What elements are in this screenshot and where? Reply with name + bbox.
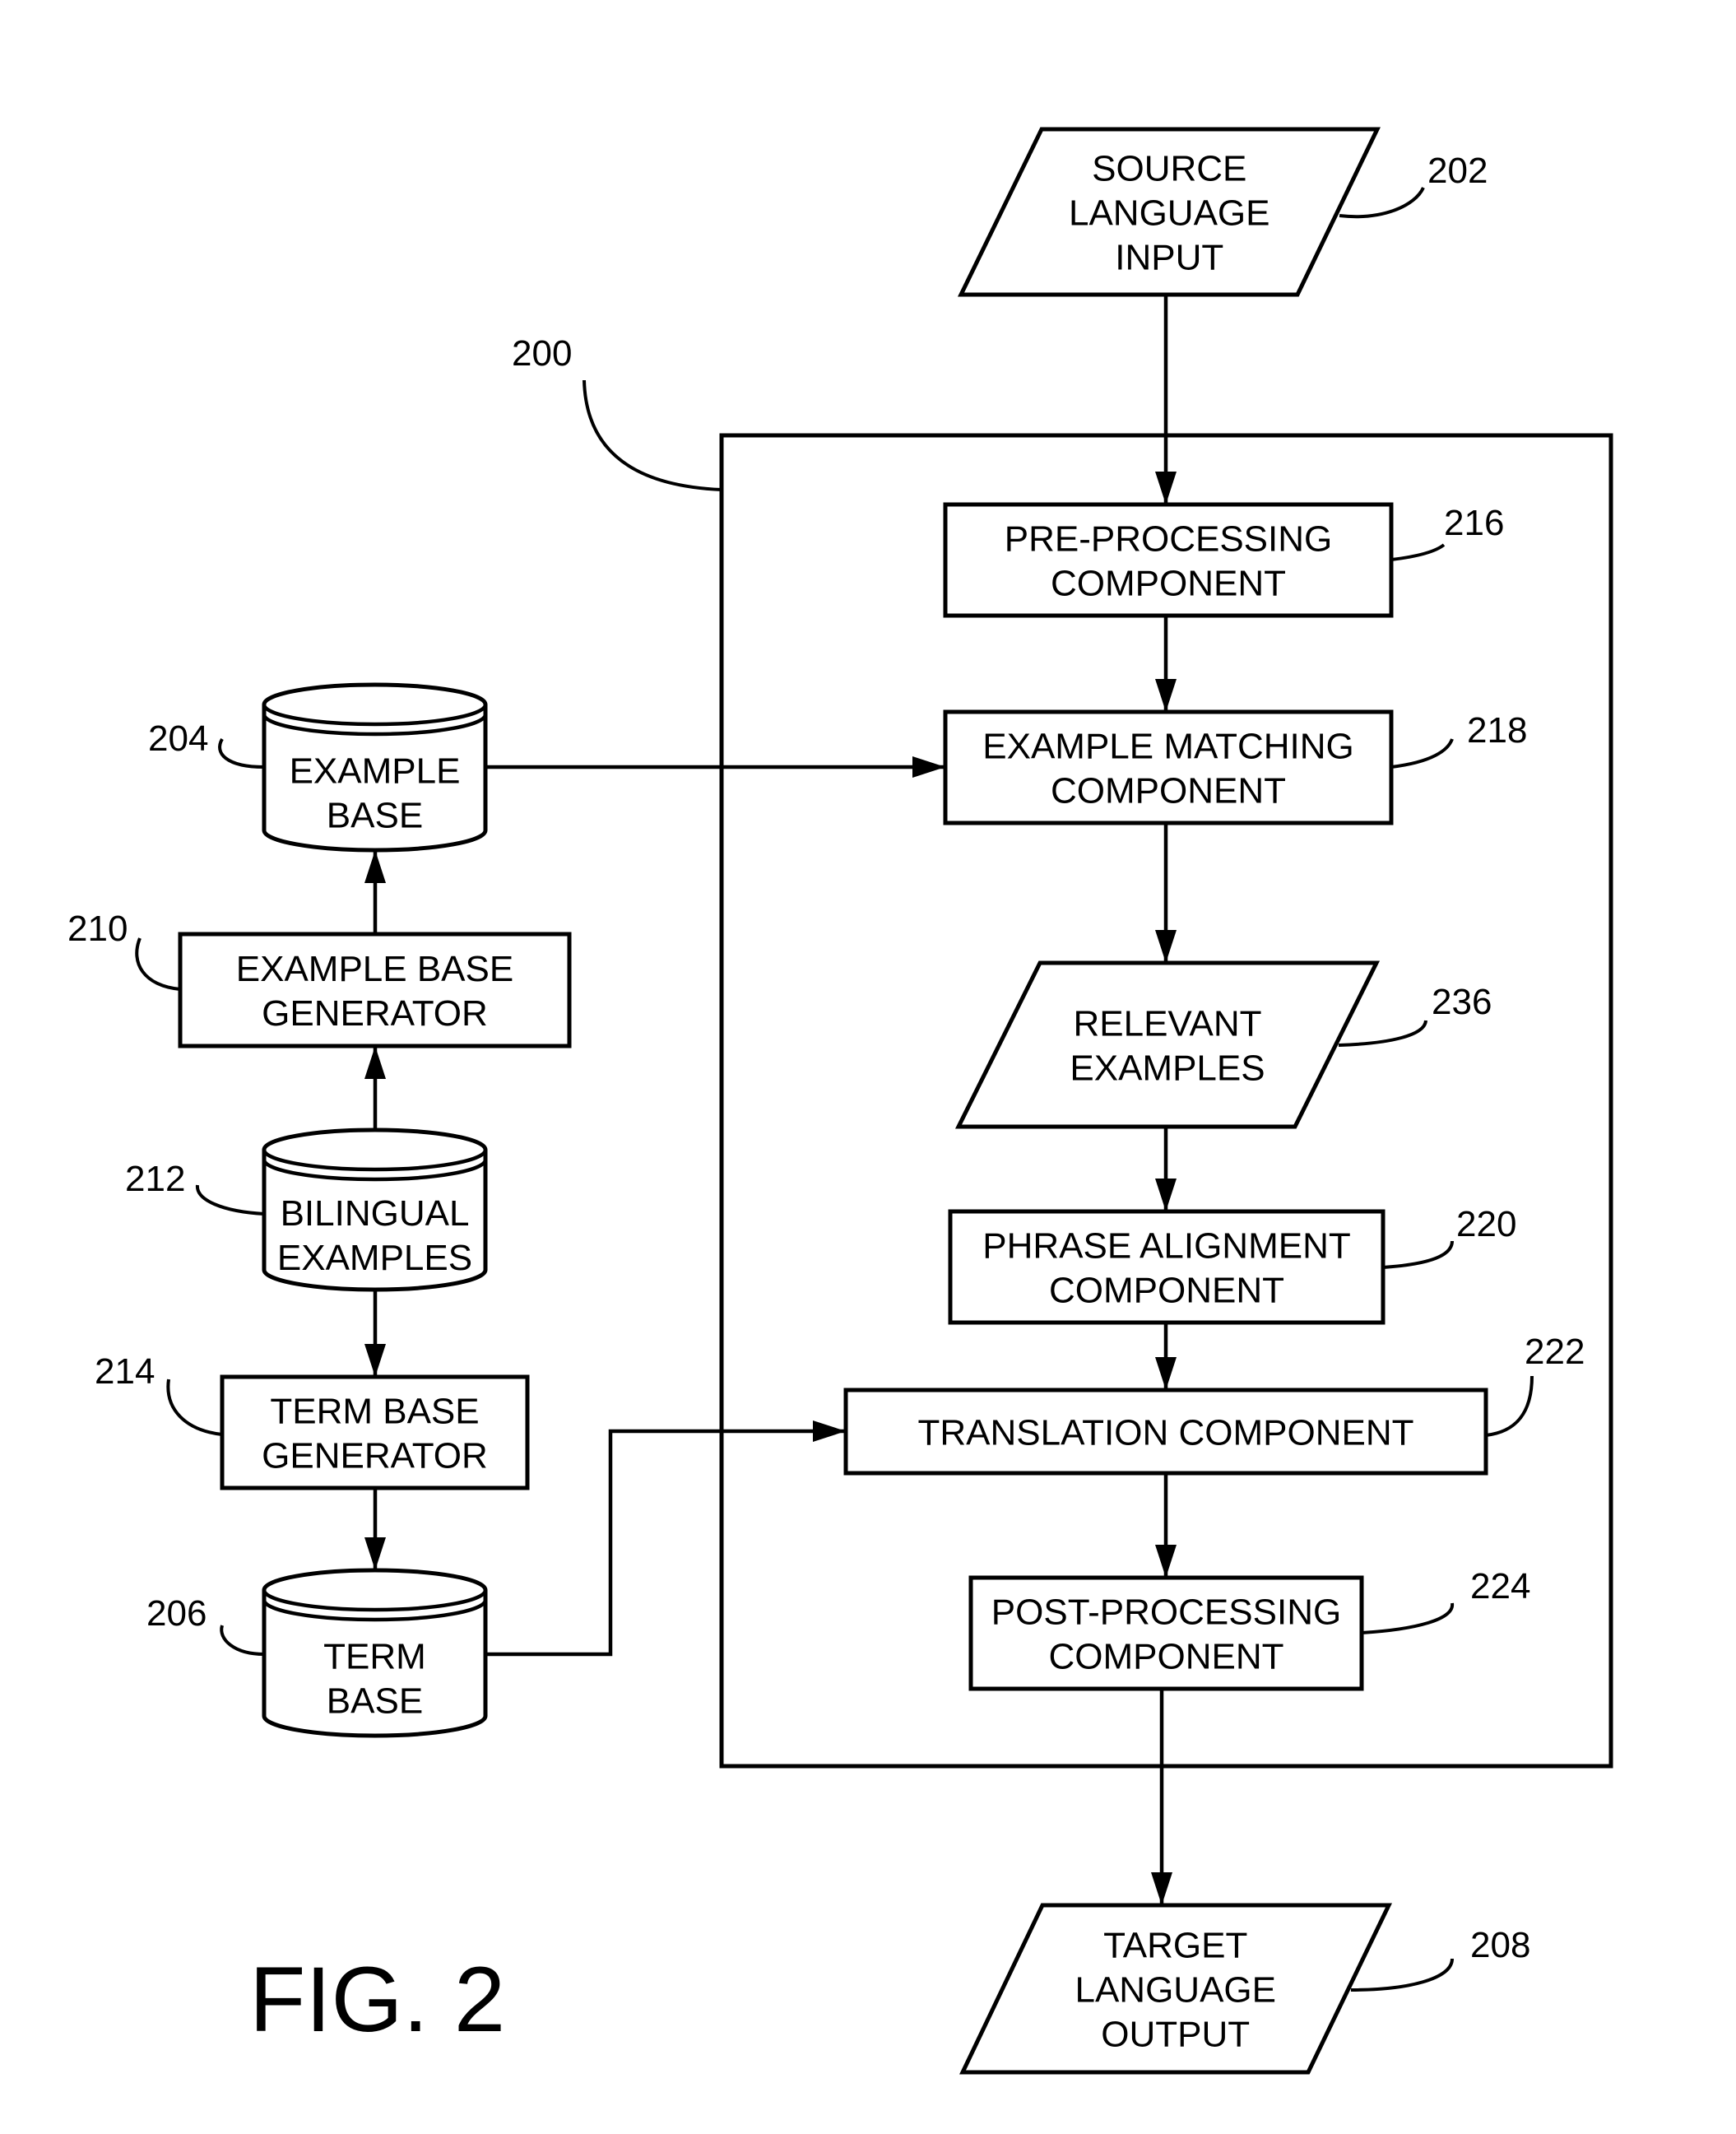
target-output-label-line: LANGUAGE bbox=[1075, 1970, 1276, 2011]
arrowhead-icon bbox=[1151, 1872, 1172, 1905]
translation-node: TRANSLATION COMPONENT 222 bbox=[843, 1332, 1585, 1476]
edge-phrase-alignment-to-translation bbox=[1155, 1323, 1177, 1390]
source-input-node: SOURCELANGUAGEINPUT 202 bbox=[957, 127, 1488, 297]
post-processing-ref-label: 224 bbox=[1470, 1566, 1530, 1606]
relevant-examples-parallelogram bbox=[954, 960, 1381, 1129]
arrowhead-icon bbox=[1155, 1179, 1177, 1211]
edge-example-matching-to-relevant-examples bbox=[1155, 823, 1177, 963]
target-output-node: TARGETLANGUAGEOUTPUT 208 bbox=[959, 1903, 1530, 2075]
target-output-ref-leader bbox=[1350, 1958, 1454, 1992]
target-output-ref-label: 208 bbox=[1470, 1925, 1530, 1965]
system-ref-leader bbox=[583, 379, 722, 491]
flow-diagram: 200 SOURCELANGUAGEINPUT202PRE-PROCESSING… bbox=[67, 127, 1613, 2075]
source-input-ref-label: 202 bbox=[1427, 151, 1488, 191]
translation-ref-leader bbox=[1485, 1375, 1534, 1437]
example-matching-label-line: COMPONENT bbox=[1051, 771, 1286, 811]
term-base-generator-ref-leader bbox=[166, 1378, 223, 1436]
term-base-generator-label-line: TERM BASE bbox=[270, 1392, 479, 1432]
post-processing-label-line: POST-PROCESSING bbox=[991, 1592, 1341, 1633]
system-ref-label: 200 bbox=[512, 333, 572, 374]
bilingual-examples-ref-leader bbox=[195, 1184, 265, 1216]
arrowhead-icon bbox=[813, 1420, 846, 1442]
term-base-ref-label: 206 bbox=[146, 1593, 207, 1634]
bilingual-examples-label-line: BILINGUAL bbox=[281, 1193, 470, 1234]
target-output-label-line: TARGET bbox=[1103, 1926, 1247, 1966]
pre-processing-ref-leader bbox=[1390, 543, 1446, 561]
phrase-alignment-ref-label: 220 bbox=[1456, 1204, 1516, 1244]
bilingual-examples-node: BILINGUALEXAMPLES 212 bbox=[125, 1127, 488, 1292]
translation-label-line: TRANSLATION COMPONENT bbox=[917, 1413, 1413, 1453]
edge-line bbox=[485, 1429, 846, 1657]
term-base-label-line: BASE bbox=[327, 1681, 423, 1722]
example-base-node: EXAMPLEBASE 204 bbox=[148, 682, 488, 853]
term-base-label-line: TERM bbox=[323, 1637, 426, 1677]
figure-caption: FIG. 2 bbox=[249, 1948, 505, 2051]
edge-relevant-examples-to-phrase-alignment bbox=[1155, 1127, 1177, 1211]
example-base-generator-label-line: GENERATOR bbox=[262, 993, 488, 1034]
nodes: SOURCELANGUAGEINPUT202PRE-PROCESSINGCOMP… bbox=[67, 127, 1585, 2075]
term-base-generator-node: TERM BASEGENERATOR 214 bbox=[95, 1351, 530, 1490]
post-processing-label-line: COMPONENT bbox=[1049, 1637, 1284, 1677]
pre-processing-label-line: PRE-PROCESSING bbox=[1005, 519, 1333, 560]
arrowhead-icon bbox=[1155, 930, 1177, 963]
term-base-generator-label-line: GENERATOR bbox=[262, 1436, 488, 1476]
term-base-ref-leader bbox=[220, 1625, 265, 1656]
relevant-examples-ref-label: 236 bbox=[1432, 982, 1492, 1022]
source-input-label-line: INPUT bbox=[1115, 238, 1223, 278]
arrowhead-icon bbox=[1155, 1545, 1177, 1578]
arrowhead-icon bbox=[364, 850, 386, 883]
bilingual-examples-label-line: EXAMPLES bbox=[277, 1238, 472, 1278]
source-input-ref-leader bbox=[1339, 187, 1425, 219]
arrowhead-icon bbox=[364, 1537, 386, 1570]
example-base-label-line: EXAMPLE bbox=[290, 751, 461, 792]
post-processing-ref-leader bbox=[1361, 1602, 1455, 1634]
source-input-label-line: LANGUAGE bbox=[1069, 193, 1270, 234]
example-base-label-line: BASE bbox=[327, 796, 423, 836]
arrowhead-icon bbox=[1155, 679, 1177, 712]
relevant-examples-node: RELEVANTEXAMPLES 236 bbox=[954, 960, 1492, 1129]
edge-pre-processing-to-example-matching bbox=[1155, 616, 1177, 712]
target-output-label-line: OUTPUT bbox=[1101, 2015, 1250, 2055]
edge-term-base-generator-to-term-base bbox=[364, 1488, 386, 1570]
example-base-generator-ref-label: 210 bbox=[67, 909, 128, 949]
edge-source-input-to-pre-processing bbox=[1155, 295, 1177, 504]
phrase-alignment-node: PHRASE ALIGNMENTCOMPONENT 220 bbox=[948, 1204, 1516, 1325]
term-base-node: TERMBASE 206 bbox=[146, 1568, 488, 1738]
arrowhead-icon bbox=[364, 1046, 386, 1079]
phrase-alignment-label-line: PHRASE ALIGNMENT bbox=[982, 1226, 1350, 1267]
arrowhead-icon bbox=[912, 756, 945, 778]
relevant-examples-ref-leader bbox=[1338, 1020, 1427, 1047]
arrowhead-icon bbox=[1155, 472, 1177, 504]
example-matching-ref-leader bbox=[1390, 738, 1454, 769]
phrase-alignment-ref-leader bbox=[1382, 1240, 1454, 1269]
example-matching-node: EXAMPLE MATCHINGCOMPONENT 218 bbox=[943, 709, 1527, 825]
relevant-examples-label-line: RELEVANT bbox=[1073, 1004, 1261, 1044]
arrowhead-icon bbox=[364, 1344, 386, 1377]
phrase-alignment-label-line: COMPONENT bbox=[1049, 1271, 1284, 1311]
example-matching-label-line: EXAMPLE MATCHING bbox=[982, 727, 1353, 767]
edge-example-base-generator-to-example-base bbox=[364, 850, 386, 934]
example-base-ref-label: 204 bbox=[148, 718, 208, 759]
edge-post-processing-to-target-output bbox=[1151, 1689, 1172, 1905]
translation-ref-label: 222 bbox=[1525, 1332, 1585, 1372]
edge-term-base-to-translation bbox=[485, 1420, 846, 1657]
term-base-generator-ref-label: 214 bbox=[95, 1351, 155, 1392]
example-matching-ref-label: 218 bbox=[1467, 710, 1527, 751]
arrowhead-icon bbox=[1155, 1357, 1177, 1390]
edge-translation-to-post-processing bbox=[1155, 1473, 1177, 1578]
example-base-generator-label-line: EXAMPLE BASE bbox=[236, 949, 513, 989]
edge-bilingual-examples-to-example-base-generator bbox=[364, 1046, 386, 1130]
example-base-ref-leader bbox=[218, 737, 265, 769]
post-processing-node: POST-PROCESSINGCOMPONENT 224 bbox=[968, 1566, 1530, 1691]
pre-processing-label-line: COMPONENT bbox=[1051, 564, 1286, 604]
pre-processing-ref-label: 216 bbox=[1444, 503, 1504, 543]
edge-example-base-to-example-matching bbox=[485, 756, 945, 778]
bilingual-examples-ref-label: 212 bbox=[125, 1159, 185, 1199]
example-base-generator-ref-leader bbox=[135, 937, 181, 991]
relevant-examples-label-line: EXAMPLES bbox=[1070, 1048, 1265, 1089]
pre-processing-node: PRE-PROCESSINGCOMPONENT 216 bbox=[943, 502, 1504, 618]
edge-bilingual-examples-to-term-base-generator bbox=[364, 1290, 386, 1377]
example-base-generator-node: EXAMPLE BASEGENERATOR 210 bbox=[67, 909, 572, 1048]
source-input-label-line: SOURCE bbox=[1092, 149, 1246, 189]
